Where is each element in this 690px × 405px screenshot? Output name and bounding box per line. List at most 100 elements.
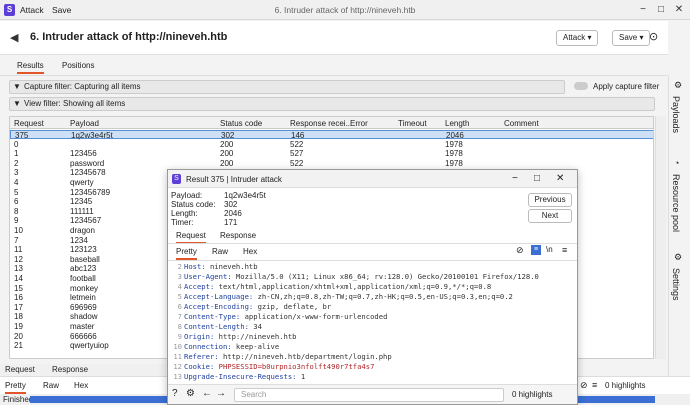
sidebar-settings[interactable]: Settings xyxy=(671,268,681,301)
table-cell: 16 xyxy=(14,293,23,303)
table-row[interactable]: 1 123456 200 527 1978 xyxy=(10,149,653,159)
line-number: 11 xyxy=(173,352,182,361)
header-value: gzip, deflate, br xyxy=(253,302,332,311)
filter-icon: ▼ xyxy=(13,82,21,91)
col-status[interactable]: Status code xyxy=(220,119,262,128)
popup-footer: ? ⚙ ← → Search 0 highlights xyxy=(168,384,577,404)
wrap-icon[interactable]: ≡ xyxy=(531,245,541,255)
close-icon[interactable]: ✕ xyxy=(672,3,686,17)
bottom-subtab-hex[interactable]: Hex xyxy=(74,381,88,390)
editor-line: 3 User-Agent: Mozilla/5.0 (X11; Linux x86… xyxy=(168,272,577,282)
header-key: Host: xyxy=(184,262,206,271)
status-label: Finished xyxy=(3,395,34,404)
col-comment[interactable]: Comment xyxy=(504,119,539,128)
newline-icon[interactable]: \n xyxy=(546,245,553,254)
tab-results[interactable]: Results xyxy=(17,61,44,74)
capture-filter[interactable]: ▼ Capture filter: Capturing all items xyxy=(9,80,565,94)
table-row[interactable]: 0 200 522 1978 xyxy=(10,139,653,149)
header-key: Content-Length: xyxy=(184,322,249,331)
view-filter[interactable]: ▼ View filter: Showing all items xyxy=(9,97,655,111)
table-cell: 1234 xyxy=(70,235,88,245)
line-number: 8 xyxy=(177,322,182,331)
help-icon[interactable]: ? xyxy=(172,388,178,399)
table-cell: 12345 xyxy=(70,197,93,207)
list-icon[interactable]: ≡ xyxy=(592,380,597,390)
next-button[interactable]: Next xyxy=(528,209,572,223)
meta-status-label: Status code: xyxy=(171,200,216,209)
table-cell: 1234567 xyxy=(70,216,102,226)
col-error[interactable]: Error xyxy=(350,119,368,128)
collapse-icon[interactable]: ⊙ xyxy=(649,30,658,43)
popup-tab-response[interactable]: Response xyxy=(220,231,256,240)
col-length[interactable]: Length xyxy=(445,119,469,128)
table-cell: 14 xyxy=(14,274,23,283)
table-cell: qwerty xyxy=(70,178,94,187)
line-number: 12 xyxy=(173,362,182,371)
sidebar-resource-pool[interactable]: Resource pool xyxy=(671,174,681,232)
line-number: 10 xyxy=(173,342,182,351)
popup-subtab-pretty[interactable]: Pretty xyxy=(176,247,197,260)
table-cell: 696969 xyxy=(70,302,97,312)
table-cell: 123456 xyxy=(70,149,97,159)
col-timeout[interactable]: Timeout xyxy=(398,119,427,128)
header-key: Content-Type: xyxy=(184,312,241,321)
sidebar-payloads[interactable]: Payloads xyxy=(671,96,681,133)
table-cell: 123456789 xyxy=(70,187,111,197)
save-button[interactable]: Save ▾ xyxy=(612,30,651,46)
header-key: Cookie: xyxy=(184,362,215,371)
table-cell: password xyxy=(70,158,105,168)
tab-positions[interactable]: Positions xyxy=(62,61,94,70)
line-text: Connection: keep-alive xyxy=(184,342,279,352)
arrow-right-icon[interactable]: → xyxy=(216,388,226,399)
request-editor[interactable]: 2 Host: nineveh.htb 3 User-Agent: Mozilla/5… xyxy=(168,260,577,384)
table-cell: master xyxy=(70,322,95,331)
meta-timer-value: 171 xyxy=(224,218,238,227)
editor-line: 6 Accept-Encoding: gzip, deflate, br xyxy=(168,302,577,312)
table-cell: baseball xyxy=(70,254,100,264)
resource-pool-icon[interactable]: ◔ xyxy=(674,158,679,168)
popup-subtab-hex[interactable]: Hex xyxy=(243,247,257,256)
minimize-icon[interactable]: − xyxy=(636,3,650,17)
payloads-icon[interactable]: ⚙ xyxy=(674,80,682,91)
hide-icon[interactable]: ⊘ xyxy=(516,245,524,256)
header-key: Origin: xyxy=(184,332,215,341)
bottom-subtab-pretty[interactable]: Pretty xyxy=(5,381,26,394)
table-cell: monkey xyxy=(70,283,99,293)
header-value: keep-alive xyxy=(231,342,280,351)
attack-button[interactable]: Attack ▾ xyxy=(556,30,599,46)
table-cell: letmein xyxy=(70,293,96,303)
arrow-left-icon[interactable]: ← xyxy=(202,388,212,399)
settings-icon[interactable]: ⚙ xyxy=(186,388,195,399)
maximize-icon[interactable]: □ xyxy=(654,3,668,17)
editor-line: 11 Referer: http://nineveh.htb/department… xyxy=(168,352,577,362)
header-key: User-Agent: xyxy=(184,272,232,281)
popup-subtab-raw[interactable]: Raw xyxy=(212,247,228,256)
col-request[interactable]: Request xyxy=(14,119,44,128)
line-text: Upgrade-Insecure-Requests: 1 xyxy=(184,372,305,382)
close-icon[interactable]: ✕ xyxy=(556,173,564,184)
minimize-icon[interactable]: − xyxy=(512,173,518,184)
apply-capture-label: Apply capture filter xyxy=(593,82,660,91)
apply-capture-toggle[interactable] xyxy=(574,82,588,90)
maximize-icon[interactable]: □ xyxy=(534,173,540,184)
bottom-tab-response[interactable]: Response xyxy=(52,365,88,374)
bottom-subtab-raw[interactable]: Raw xyxy=(43,381,59,390)
menu-icon[interactable]: ≡ xyxy=(562,245,567,255)
table-row[interactable]: 375 1q2w3e4r5t 302 146 2046 xyxy=(10,130,653,140)
back-icon[interactable]: ◀ xyxy=(10,31,18,44)
header-key: Accept-Encoding: xyxy=(184,302,254,311)
table-cell: 0 xyxy=(14,139,19,149)
col-payload[interactable]: Payload xyxy=(70,119,99,128)
table-cell: 111111 xyxy=(70,206,94,216)
search-input[interactable]: Search xyxy=(234,388,504,402)
col-response[interactable]: Response recei... xyxy=(290,119,352,128)
header-value: http://nineveh.htb/department/login.php xyxy=(218,352,392,361)
previous-button[interactable]: Previous xyxy=(528,193,572,207)
table-row[interactable]: 2 password 200 522 1978 xyxy=(10,158,653,168)
table-cell: 5 xyxy=(14,187,19,197)
hide-icon[interactable]: ⊘ xyxy=(580,380,588,391)
table-scrollbar[interactable] xyxy=(655,116,666,359)
settings-icon[interactable]: ⚙ xyxy=(674,252,682,263)
table-cell: abc123 xyxy=(70,264,97,274)
line-number: 7 xyxy=(177,312,182,321)
